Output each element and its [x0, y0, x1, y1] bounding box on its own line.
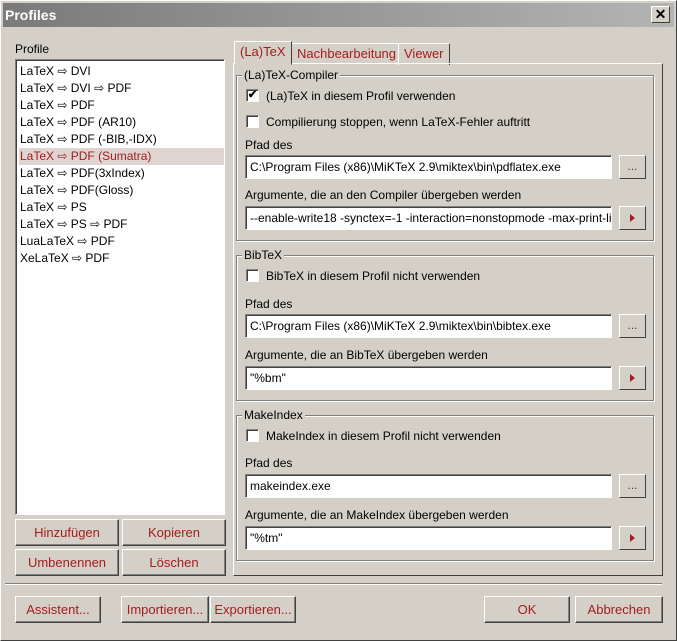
profile-item[interactable]: LaTeX ⇨ PDF(Gloss)	[19, 182, 224, 199]
profile-item[interactable]: XeLaTeX ⇨ PDF	[19, 250, 224, 267]
profile-item[interactable]: LaTeX ⇨ DVI ⇨ PDF	[19, 80, 224, 97]
use-latex-label: (La)TeX in diesem Profil verwenden	[266, 89, 456, 103]
tab-nachbearbeitung[interactable]: Nachbearbeitung	[291, 43, 403, 65]
makeindex-disable-label: MakeIndex in diesem Profil nicht verwend…	[266, 429, 501, 443]
makeindex-args-field[interactable]: "%tm"	[245, 526, 612, 550]
profile-item-selected[interactable]: LaTeX ⇨ PDF (Sumatra)	[19, 148, 224, 165]
tab-latex[interactable]: (La)TeX	[234, 41, 292, 65]
tab-viewer[interactable]: Viewer	[398, 43, 450, 65]
bibtex-browse-button[interactable]: ...	[619, 314, 646, 338]
arrow-right-icon	[630, 214, 635, 222]
stop-on-error-checkbox[interactable]	[246, 115, 259, 128]
import-button[interactable]: Importieren...	[121, 596, 209, 623]
compiler-path-label: Pfad des	[245, 138, 293, 152]
bibtex-group-title: BibTeX	[242, 248, 285, 262]
profile-item[interactable]: LuaLaTeX ⇨ PDF	[19, 233, 224, 250]
bibtex-disable-label: BibTeX in diesem Profil nicht verwenden	[266, 269, 481, 283]
bibtex-path-label: Pfad des	[245, 297, 293, 311]
bibtex-path-field[interactable]: C:\Program Files (x86)\MiKTeX 2.9\miktex…	[245, 314, 612, 338]
title-bar: Profiles ✕	[3, 3, 674, 27]
arrow-right-icon	[630, 534, 635, 542]
compiler-args-menu-button[interactable]	[619, 206, 646, 230]
ok-button[interactable]: OK	[484, 596, 570, 623]
compiler-args-label: Argumente, die an den Compiler übergeben…	[245, 188, 522, 202]
profiles-dialog: Profiles ✕ Profile LaTeX ⇨ DVI LaTeX ⇨ D…	[0, 0, 677, 641]
compiler-path-field[interactable]: C:\Program Files (x86)\MiKTeX 2.9\miktex…	[245, 155, 612, 179]
makeindex-args-menu-button[interactable]	[619, 526, 646, 550]
delete-profile-button[interactable]: Löschen	[122, 549, 226, 576]
close-icon[interactable]: ✕	[651, 6, 670, 23]
stop-on-error-label: Compilierung stoppen, wenn LaTeX-Fehler …	[266, 115, 531, 129]
compiler-browse-button[interactable]: ...	[619, 155, 646, 179]
arrow-right-icon	[630, 374, 635, 382]
profile-item[interactable]: LaTeX ⇨ PDF (AR10)	[19, 114, 224, 131]
cancel-button[interactable]: Abbrechen	[575, 596, 663, 623]
use-latex-checkbox[interactable]: ✔	[246, 89, 259, 102]
makeindex-path-label: Pfad des	[245, 456, 293, 470]
makeindex-args-label: Argumente, die an MakeIndex übergeben we…	[245, 508, 509, 522]
bibtex-disable-checkbox[interactable]	[246, 269, 259, 282]
makeindex-disable-checkbox[interactable]	[246, 429, 259, 442]
window-title: Profiles	[5, 7, 57, 23]
makeindex-browse-button[interactable]: ...	[619, 474, 646, 498]
profile-item[interactable]: LaTeX ⇨ PS	[19, 199, 224, 216]
copy-profile-button[interactable]: Kopieren	[122, 519, 226, 546]
profile-list[interactable]: LaTeX ⇨ DVI LaTeX ⇨ DVI ⇨ PDF LaTeX ⇨ PD…	[15, 59, 225, 515]
footer-divider	[5, 583, 662, 585]
compiler-group-title: (La)TeX-Compiler	[242, 68, 341, 82]
profile-item[interactable]: LaTeX ⇨ PDF (-BIB,-IDX)	[19, 131, 224, 148]
bibtex-args-label: Argumente, die an BibTeX übergeben werde…	[245, 348, 488, 362]
export-button[interactable]: Exportieren...	[210, 596, 296, 623]
profile-item[interactable]: LaTeX ⇨ PDF(3xIndex)	[19, 165, 224, 182]
compiler-args-field[interactable]: --enable-write18 -synctex=-1 -interactio…	[245, 206, 612, 230]
makeindex-group-title: MakeIndex	[242, 408, 305, 422]
profile-item[interactable]: LaTeX ⇨ PS ⇨ PDF	[19, 216, 224, 233]
profile-item[interactable]: LaTeX ⇨ DVI	[19, 63, 224, 80]
assistant-button[interactable]: Assistent...	[15, 596, 101, 623]
bibtex-args-menu-button[interactable]	[619, 366, 646, 390]
add-profile-button[interactable]: Hinzufügen	[15, 519, 119, 546]
makeindex-path-field[interactable]: makeindex.exe	[245, 474, 612, 498]
rename-profile-button[interactable]: Umbenennen	[15, 549, 119, 576]
bibtex-args-field[interactable]: "%bm"	[245, 366, 612, 390]
profile-list-label: Profile	[15, 42, 50, 56]
profile-item[interactable]: LaTeX ⇨ PDF	[19, 97, 224, 114]
